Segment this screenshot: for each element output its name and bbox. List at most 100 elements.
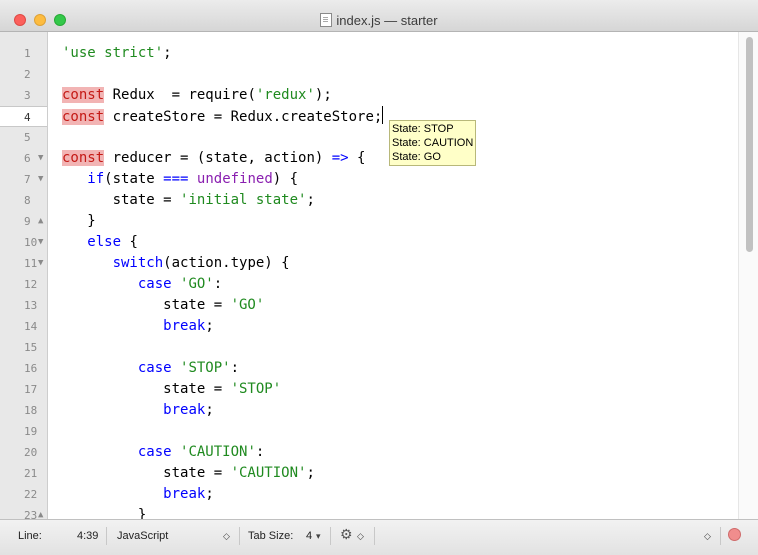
language-chevrons-icon[interactable]: ◇ xyxy=(223,529,230,543)
tooltip-item[interactable]: State: GO xyxy=(392,150,473,164)
scrollbar-thumb[interactable] xyxy=(746,37,753,252)
line-number: 13 xyxy=(0,295,47,316)
status-bar: Line: 4:39 JavaScript ◇ Tab Size: 4 ▾ ⚙ … xyxy=(0,519,758,555)
window-title: index.js — starter xyxy=(336,13,438,28)
divider xyxy=(374,527,375,545)
gear-icon[interactable]: ⚙ xyxy=(340,527,353,541)
line-number: 16 xyxy=(0,358,47,379)
code-line[interactable]: const createStore = Redux.createStore; xyxy=(62,106,384,127)
code-line[interactable]: break; xyxy=(62,400,214,421)
code-line[interactable]: break; xyxy=(62,484,214,505)
code-line[interactable]: state = 'GO' xyxy=(62,295,264,316)
fold-open-icon[interactable]: ▼ xyxy=(38,148,43,169)
code-line[interactable]: else { xyxy=(62,232,138,253)
tab-size-value[interactable]: 4 xyxy=(306,529,312,543)
keyword-token: case xyxy=(137,444,172,460)
keyword-token: if xyxy=(87,171,105,187)
line-label: Line: xyxy=(18,530,42,542)
cursor-position[interactable]: 4:39 xyxy=(77,529,98,543)
code-line[interactable]: } xyxy=(62,211,95,232)
line-number-text: 9 xyxy=(24,215,31,228)
line-number: 17 xyxy=(0,379,47,400)
line-number: 9 ▲ xyxy=(0,211,47,232)
code-line[interactable]: } xyxy=(62,505,146,519)
line-number-text: 8 xyxy=(24,194,31,207)
code-line[interactable]: break; xyxy=(62,316,214,337)
tooltip-item[interactable]: State: CAUTION xyxy=(392,136,473,150)
line-number-text: 13 xyxy=(24,299,38,312)
line-number: 19 xyxy=(0,421,47,442)
line-number: 23 ▲ xyxy=(0,505,47,519)
editor-window: index.js — starter 1 2 3 4 5 6 ▼ 7 ▼ 8 9 ▲ 10 ▼ 11 ▼ 12 1… xyxy=(0,0,758,555)
tooltip-item[interactable]: State: STOP xyxy=(392,122,473,136)
line-number-text: 7 xyxy=(24,173,31,186)
string-token: 'STOP' xyxy=(230,381,282,397)
language-popup[interactable]: JavaScript xyxy=(117,529,168,543)
fold-open-icon[interactable]: ▼ xyxy=(38,232,43,253)
line-number-text: 21 xyxy=(24,467,38,480)
divider xyxy=(720,527,721,545)
fold-open-icon[interactable]: ▼ xyxy=(38,169,43,190)
code-text: state = xyxy=(62,465,231,481)
symbol-chevrons-icon[interactable]: ◇ xyxy=(704,529,711,543)
code-line[interactable]: const Redux = require('redux'); xyxy=(62,85,332,106)
gear-chevrons-icon[interactable]: ◇ xyxy=(357,529,364,543)
string-token: 'CAUTION' xyxy=(180,444,256,460)
keyword-token: break xyxy=(163,486,206,502)
string-token: 'initial state' xyxy=(180,192,307,208)
line-number: 18 xyxy=(0,400,47,421)
fold-close-icon[interactable]: ▲ xyxy=(38,211,43,232)
macro-record-button[interactable] xyxy=(728,528,741,541)
fold-close-icon[interactable]: ▲ xyxy=(38,505,43,519)
code-line[interactable]: case 'STOP': xyxy=(62,358,239,379)
keyword-token: case xyxy=(137,360,172,376)
line-number-text: 2 xyxy=(24,68,31,81)
code-text: ; xyxy=(306,465,315,481)
code-text: : xyxy=(213,276,223,292)
code-line[interactable]: state = 'STOP' xyxy=(62,379,281,400)
tab-size-chevron-icon[interactable]: ▾ xyxy=(316,529,321,543)
line-number: 15 xyxy=(0,337,47,358)
line-number-text: 14 xyxy=(24,320,38,333)
code-text: } xyxy=(62,507,147,519)
code-text: ); xyxy=(314,87,332,103)
code-text: ; xyxy=(205,402,214,418)
line-number-text: 20 xyxy=(24,446,38,459)
vertical-scrollbar[interactable] xyxy=(738,32,758,519)
code-line[interactable]: case 'CAUTION': xyxy=(62,442,264,463)
line-number: 7 ▼ xyxy=(0,169,47,190)
code-line[interactable]: 'use strict'; xyxy=(62,43,180,64)
code-text: ; xyxy=(306,192,315,208)
code-line[interactable]: state = 'CAUTION'; xyxy=(62,463,315,484)
keyword-token: break xyxy=(163,318,206,334)
code-line[interactable]: const reducer = (state, action) => { xyxy=(62,148,365,169)
line-number-text: 18 xyxy=(24,404,38,417)
tab-size-label[interactable]: Tab Size: xyxy=(248,529,293,543)
line-number-text: 3 xyxy=(24,89,31,102)
code-text: ; xyxy=(205,486,214,502)
line-number-gutter[interactable]: 1 2 3 4 5 6 ▼ 7 ▼ 8 9 ▲ 10 ▼ 11 ▼ 12 13 14 15 16 17 18 19 20 21 22… xyxy=(0,32,48,519)
keyword-token: case xyxy=(137,276,172,292)
line-number-text: 23 xyxy=(24,509,38,519)
text-cursor xyxy=(382,106,384,124)
code-line[interactable]: if(state === undefined) { xyxy=(62,169,298,190)
code-editor[interactable]: 'use strict'; const Redux = require('red… xyxy=(48,32,738,519)
code-line[interactable]: state = 'initial state'; xyxy=(62,190,315,211)
line-number-text: 4 xyxy=(24,111,31,124)
line-number: 21 xyxy=(0,463,47,484)
code-line[interactable]: switch(action.type) { xyxy=(62,253,290,274)
line-number: 3 xyxy=(0,85,47,106)
line-number: 6 ▼ xyxy=(0,148,47,169)
line-number-text: 15 xyxy=(24,341,38,354)
line-number-text: 6 xyxy=(24,152,31,165)
line-number-text: 1 xyxy=(24,47,31,60)
code-text: (state xyxy=(104,171,164,187)
divider xyxy=(330,527,331,545)
fold-open-icon[interactable]: ▼ xyxy=(38,253,43,274)
code-line[interactable]: case 'GO': xyxy=(62,274,222,295)
